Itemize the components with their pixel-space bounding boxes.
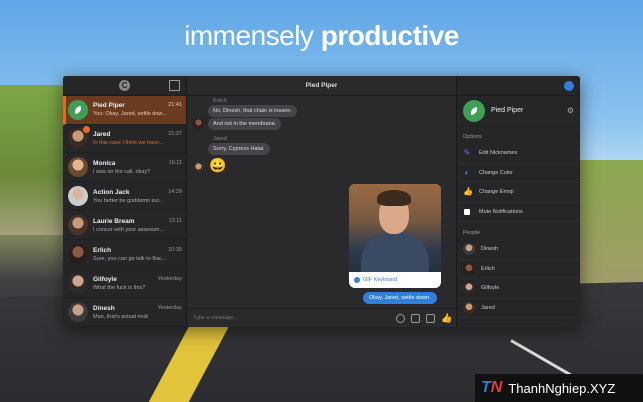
conversation-time: Yesterday (157, 275, 182, 282)
mute-checkbox[interactable] (464, 208, 470, 215)
conversation-preview: Sure, you can go talk to Bac... (93, 255, 167, 262)
avatar (68, 215, 88, 236)
avatar (463, 262, 475, 275)
conversation-preview: What the fuck is this? (93, 284, 146, 291)
message-composer: 👍 (187, 308, 456, 327)
outgoing-bubble: Okay, Jared, settle down. (363, 292, 437, 304)
avatar (68, 126, 90, 149)
sender-avatar (193, 162, 204, 173)
conversation-item-laurie-bream[interactable]: Laurie Bream 12:11 I concur with your ass… (63, 211, 186, 241)
unread-badge (83, 126, 90, 134)
option-change-color[interactable]: ◐ Change Color (457, 164, 580, 183)
conversation-time: 10:35 (168, 246, 182, 253)
conversation-item-jared[interactable]: Jared 21:37 In this case I think we have.… (63, 125, 186, 154)
message-list: Erlich No, Dinesh, that chain is insane.… (187, 96, 456, 308)
conversation-item-erlich[interactable]: Erlich 10:35 Sure, you can go talk to Bac… (63, 240, 186, 270)
watermark-text: ThanhNghiep.XYZ (508, 380, 616, 396)
avatar (68, 273, 88, 294)
person-item[interactable]: Gilfoyle (457, 279, 580, 299)
avatar (463, 282, 475, 295)
conversation-time: Yesterday (157, 304, 182, 311)
pencil-icon: ✎ (463, 148, 471, 158)
message-sender: Jared (213, 136, 227, 142)
sidebar-header: C (63, 76, 186, 96)
group-name: Pied Piper (491, 107, 524, 114)
gif-image (349, 184, 441, 272)
conversation-item-monica[interactable]: Monica 16:11 I was on the call, okay? (63, 153, 186, 183)
message-bubble: And not in the membrane. (208, 118, 282, 130)
option-mute-notifications[interactable]: Mute Notifications (457, 203, 580, 222)
conversation-name: Monica (93, 159, 116, 167)
info-icon[interactable] (564, 80, 574, 91)
emoji-icon[interactable] (396, 313, 405, 323)
person-item[interactable]: Erlich (457, 260, 580, 279)
conversation-preview: I concur with your assessm... (93, 226, 164, 233)
person-item[interactable]: Dinesh (457, 240, 580, 260)
watermark: TN ThanhNghiep.XYZ (475, 374, 643, 402)
conversation-time: 21:41 (168, 102, 182, 109)
conversation-name: Erlich (93, 246, 112, 254)
gif-keyboard-icon (354, 277, 360, 283)
info-pane: Pied Piper ⚙ Options ✎ Edit Nicknames ◐ Ch… (456, 76, 580, 327)
conversation-item-action-jack[interactable]: Action Jack 14:29 You better be goddamn s… (63, 182, 186, 212)
message-sender: Erlich (213, 98, 227, 104)
avatar (68, 244, 88, 265)
thumbs-up-icon: 👍 (463, 187, 473, 197)
conversation-name: Action Jack (93, 188, 130, 196)
info-header (457, 76, 580, 96)
headline: immensely productive (184, 20, 459, 51)
avatar (463, 243, 475, 256)
gif-message[interactable]: GIF Keyboard (349, 184, 441, 288)
sender-avatar (193, 118, 204, 129)
message-input[interactable] (193, 315, 390, 321)
group-title: Pied Piper ⚙ (457, 96, 580, 126)
avatar (68, 99, 88, 120)
gear-icon[interactable]: ⚙ (567, 106, 574, 115)
person-item[interactable]: Jared (457, 299, 580, 318)
conversation-time: 21:37 (168, 130, 182, 137)
image-icon[interactable] (411, 313, 420, 323)
conversation-time: 16:11 (168, 159, 182, 166)
conversation-preview: Man, that's actual rindi (93, 313, 148, 320)
emoji-message: 😀 (209, 157, 227, 173)
people-heading: People (463, 230, 481, 236)
conversation-preview: You: Okay, Jared, settle dow... (93, 111, 167, 118)
conversation-sidebar: C Pied Piper 21:41 You: Okay, Jared, sett… (63, 76, 187, 327)
avatar (68, 302, 88, 323)
avatar (68, 157, 88, 178)
conversation-name: Jared (93, 130, 111, 138)
messenger-logo-icon: C (119, 79, 130, 91)
conversation-preview: You better be goddamn sur... (93, 197, 164, 204)
avatar (68, 186, 88, 207)
group-avatar (463, 99, 485, 122)
gif-icon[interactable] (426, 313, 435, 323)
watermark-logo: TN (481, 379, 503, 396)
message-bubble: Sorry, Cypress Halal. (208, 143, 270, 155)
conversation-name: Laurie Bream (93, 217, 135, 225)
avatar (463, 301, 475, 314)
compose-icon[interactable] (169, 80, 180, 91)
option-change-emoji[interactable]: 👍 Change Emoji (457, 183, 580, 203)
gif-source: GIF Keyboard (349, 272, 441, 288)
palette-icon: ◐ (464, 167, 470, 177)
like-icon[interactable]: 👍 (441, 313, 452, 323)
conversation-preview: In this case I think we have... (93, 139, 164, 146)
conversation-name: Dinesh (93, 304, 115, 312)
background-field (573, 160, 643, 300)
message-bubble: No, Dinesh, that chain is insane. (208, 105, 297, 117)
messenger-window: C Pied Piper 21:41 You: Okay, Jared, sett… (63, 76, 580, 327)
conversation-item-gilfoyle[interactable]: Gilfoyle Yesterday What the fuck is this? (63, 269, 186, 299)
conversation-name: Gilfoyle (93, 275, 117, 283)
chat-pane: Pied Piper Erlich No, Dinesh, that chain… (187, 76, 456, 327)
conversation-time: 14:29 (168, 188, 182, 195)
options-heading: Options (463, 134, 482, 140)
chat-title: Pied Piper (187, 76, 456, 96)
conversation-item-pied-piper[interactable]: Pied Piper 21:41 You: Okay, Jared, settle… (63, 95, 186, 125)
option-edit-nicknames[interactable]: ✎ Edit Nicknames (457, 144, 580, 164)
conversation-name: Pied Piper (93, 102, 125, 110)
conversation-time: 12:11 (168, 217, 182, 224)
conversation-item-dinesh[interactable]: Dinesh Yesterday Man, that's actual rindi (63, 298, 186, 327)
conversation-preview: I was on the call, okay? (93, 168, 151, 175)
